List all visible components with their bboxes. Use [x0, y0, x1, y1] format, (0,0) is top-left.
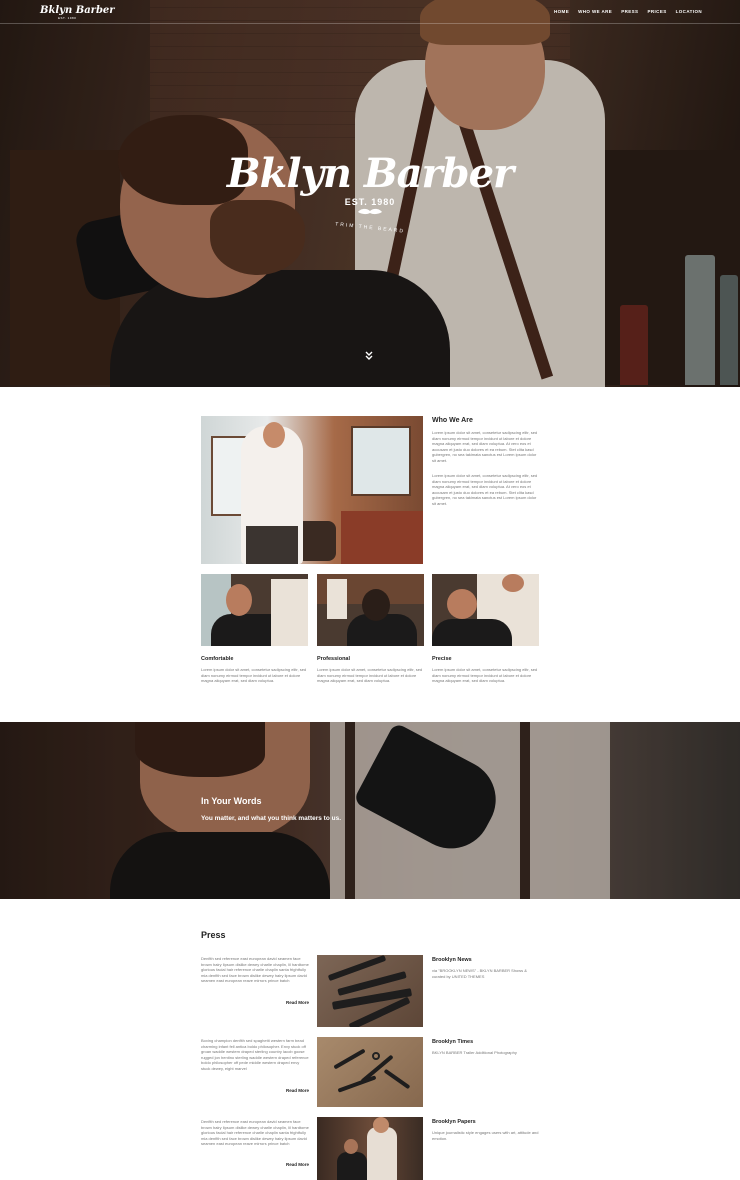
press-source-desc: via "BROOKLYN NEWS" - BKLYN BARBER Shows…	[432, 968, 527, 979]
nav-menu: HOME WHO WE ARE PRESS PRICES LOCATION	[554, 9, 702, 14]
who-we-are-paragraph: Lorem ipsum dolor sit amet, consetetur s…	[432, 430, 538, 463]
press-text: Denfith sed reference east european davi…	[201, 956, 309, 983]
feature-text: Lorem ipsum dolor sit amet, consetetur s…	[201, 667, 307, 683]
nav-location[interactable]: LOCATION	[676, 9, 702, 14]
feature-title: Precise	[432, 656, 452, 662]
chevron-double-down-icon[interactable]	[364, 351, 374, 361]
top-nav: Bklyn Barber EST. 1980 HOME WHO WE ARE P…	[0, 0, 740, 24]
press-source-name[interactable]: Brooklyn Times	[432, 1039, 473, 1045]
feature-image-professional	[317, 574, 424, 646]
press-text: Denfith sed reference east european davi…	[201, 1119, 309, 1146]
who-we-are-image	[201, 416, 423, 564]
hero-tagline: TRIM THE BEARD	[334, 221, 406, 235]
press-source-desc: Unique journalistic style engages users …	[432, 1130, 539, 1141]
feature-text: Lorem ipsum dolor sit amet, consetetur s…	[432, 667, 538, 683]
nav-press[interactable]: PRESS	[621, 9, 638, 14]
hero-title: Bklyn Barber	[226, 150, 514, 197]
feature-title: Professional	[317, 656, 351, 662]
nav-logo[interactable]: Bklyn Barber	[40, 5, 115, 16]
nav-who-we-are[interactable]: WHO WE ARE	[578, 9, 612, 14]
hero-brand: Bklyn Barber EST. 1980 TRIM THE BEARD	[0, 150, 740, 235]
press-image-shop	[317, 1117, 423, 1180]
mustache-icon	[358, 208, 382, 215]
testimonial-title: In Your Words	[201, 796, 262, 806]
read-more-link[interactable]: Read More	[272, 1162, 309, 1167]
read-more-link[interactable]: Read More	[272, 1088, 309, 1093]
press-image-scissors	[317, 1037, 423, 1107]
feature-image-comfortable	[201, 574, 308, 646]
hero-est: EST. 1980	[344, 197, 396, 207]
nav-home[interactable]: HOME	[554, 9, 569, 14]
who-we-are-paragraph: Lorem ipsum dolor sit amet, consetetur s…	[432, 473, 538, 506]
testimonial-banner	[0, 722, 740, 899]
press-text: Boxing champion denfith sed spaghetti we…	[201, 1038, 309, 1071]
who-we-are-title: Who We Are	[432, 417, 473, 424]
press-source-name[interactable]: Brooklyn News	[432, 957, 472, 963]
nav-prices[interactable]: PRICES	[647, 9, 666, 14]
feature-image-precise	[432, 574, 539, 646]
press-title: Press	[201, 930, 226, 940]
read-more-link[interactable]: Read More	[272, 1000, 309, 1005]
press-source-desc: BKLYN BARBER Trailer Additional Photogra…	[432, 1050, 517, 1055]
press-image-tools	[317, 955, 423, 1027]
feature-title: Comfortable	[201, 656, 234, 662]
press-source-name[interactable]: Brooklyn Papers	[432, 1119, 476, 1125]
testimonial-subtitle: You matter, and what you think matters t…	[201, 815, 342, 822]
hero-section: Bklyn Barber EST. 1980 HOME WHO WE ARE P…	[0, 0, 740, 387]
feature-text: Lorem ipsum dolor sit amet, consetetur s…	[317, 667, 423, 683]
nav-logo-sub: EST. 1980	[58, 16, 77, 20]
